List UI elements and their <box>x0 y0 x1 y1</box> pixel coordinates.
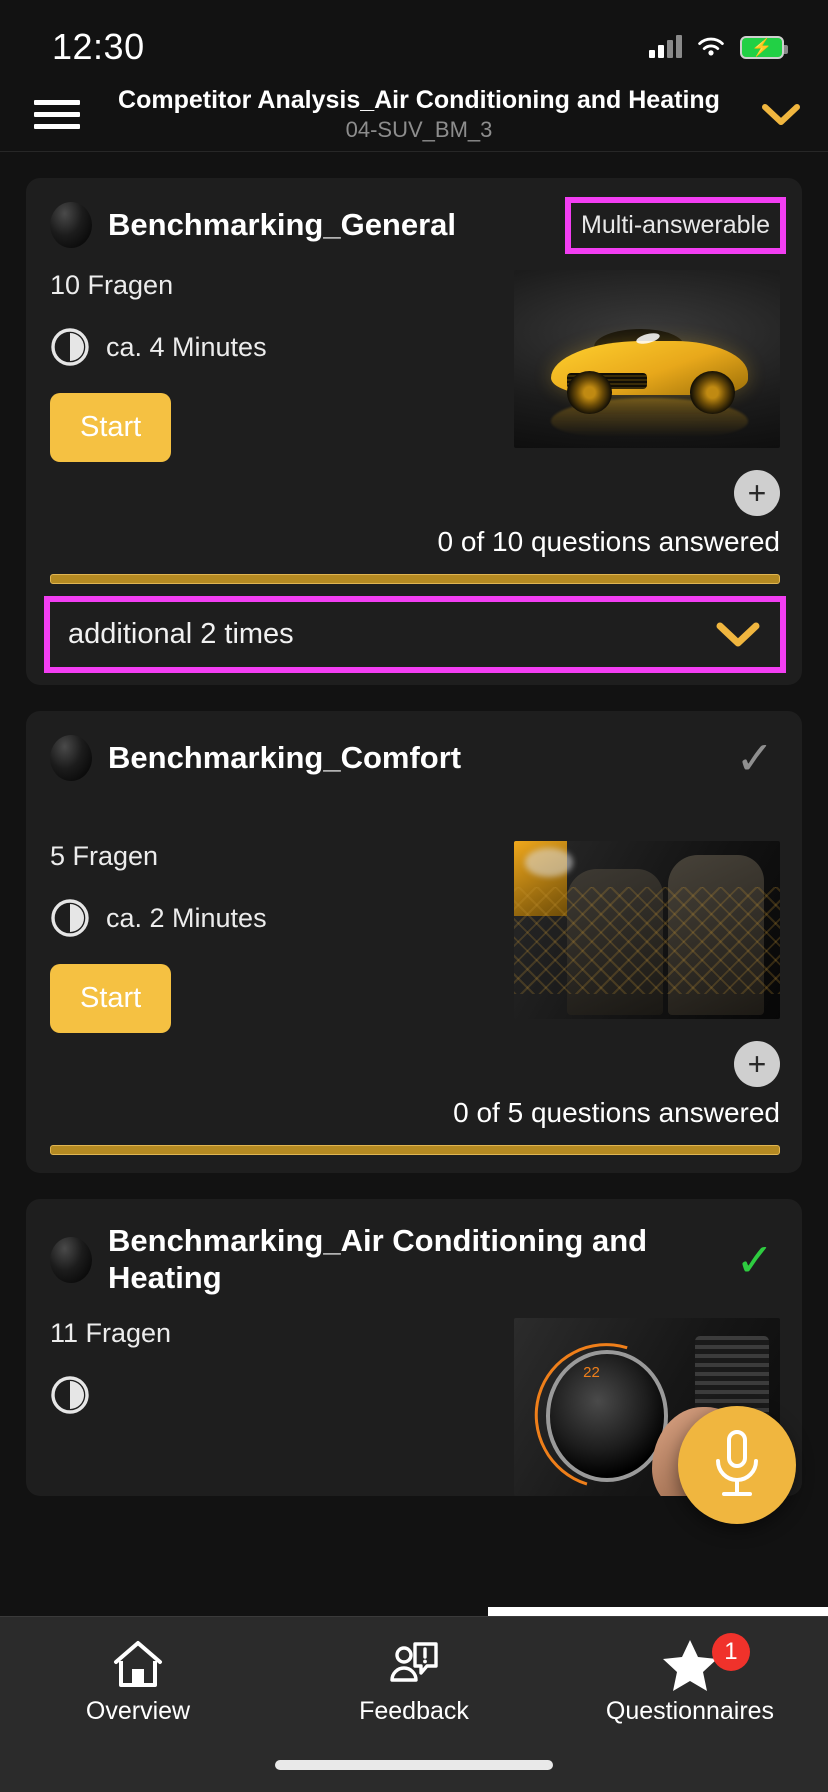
status-check-icon: ✓ <box>735 732 774 784</box>
card-header: Benchmarking_Air Conditioning and Heatin… <box>26 1199 802 1296</box>
header-chevron-down-icon[interactable] <box>758 102 804 128</box>
question-count: 10 Fragen <box>50 270 174 300</box>
header-titles: Competitor Analysis_Air Conditioning and… <box>80 86 758 143</box>
card-footer: + 0 of 10 questions answered additional … <box>26 470 802 685</box>
microphone-icon <box>716 1430 758 1496</box>
status-check-icon: ✓ <box>735 1233 774 1286</box>
home-indicator <box>275 1760 553 1770</box>
duration-label: ca. 4 Minutes <box>106 331 267 362</box>
card-body: 10 Fragen ca. 4 Minutes Start <box>26 248 802 462</box>
progress-divider <box>50 574 780 584</box>
multi-answerable-badge[interactable]: Multi-answerable <box>565 196 786 254</box>
app-header: Competitor Analysis_Air Conditioning and… <box>0 78 828 152</box>
notification-badge: 1 <box>711 1633 750 1671</box>
duration-row: ca. 2 Minutes <box>50 898 502 938</box>
battery-charging-icon: ⚡ <box>740 35 788 59</box>
tab-feedback[interactable]: Feedback <box>277 1637 550 1726</box>
page-subtitle: 04-SUV_BM_3 <box>345 116 493 142</box>
page-title: Competitor Analysis_Air Conditioning and… <box>118 86 720 115</box>
additional-times-label: additional 2 times <box>68 618 294 650</box>
start-button[interactable]: Start <box>50 964 172 1033</box>
sphere-bullet-icon <box>50 1236 92 1283</box>
tab-overview[interactable]: Overview <box>1 1637 274 1726</box>
start-button[interactable]: Start <box>50 393 172 462</box>
progress-divider <box>50 1145 780 1155</box>
card-footer: + 0 of 5 questions answered <box>26 1041 802 1173</box>
star-icon <box>662 1640 717 1691</box>
clock-icon <box>51 1376 89 1414</box>
hamburger-menu-icon[interactable] <box>34 100 80 129</box>
person-comment-icon <box>390 1642 438 1682</box>
card-header: Benchmarking_General Multi-answerable <box>26 178 802 254</box>
tab-label: Feedback <box>359 1697 469 1725</box>
expander-chevron-down-icon <box>716 622 760 646</box>
wifi-icon <box>698 37 724 55</box>
additional-times-expander[interactable]: additional 2 times <box>44 596 786 673</box>
questionnaire-list[interactable]: Benchmarking_General Multi-answerable 10… <box>0 152 828 1792</box>
status-bar: 12:30 ⚡ <box>0 0 828 78</box>
card-header: Benchmarking_Comfort ✓ <box>26 711 802 781</box>
questionnaire-thumbnail[interactable] <box>514 270 780 448</box>
card-title: Benchmarking_Comfort <box>108 739 462 775</box>
tab-questionnaires[interactable]: 1 Questionnaires <box>553 1633 826 1726</box>
clock-icon <box>51 899 89 937</box>
card-body: 5 Fragen ca. 2 Minutes Start <box>26 781 802 1033</box>
questionnaire-card[interactable]: Benchmarking_Comfort ✓ 5 Fragen ca. 2 Mi… <box>26 711 802 1173</box>
cellular-signal-icon <box>649 35 682 58</box>
add-entry-button[interactable]: + <box>734 470 780 516</box>
duration-row <box>50 1375 502 1415</box>
question-count: 11 Fragen <box>50 1318 172 1349</box>
duration-label: ca. 2 Minutes <box>106 902 267 933</box>
answered-count: 0 of 5 questions answered <box>453 1097 780 1128</box>
sphere-bullet-icon <box>50 735 92 781</box>
tab-label: Overview <box>85 1697 191 1725</box>
bottom-navigation: Overview Feedback 1 Questionnaires <box>0 1616 828 1792</box>
clock-icon <box>51 328 89 366</box>
voice-record-button[interactable] <box>678 1406 796 1524</box>
sphere-bullet-icon <box>50 202 92 248</box>
status-icons: ⚡ <box>649 35 788 59</box>
questionnaire-card[interactable]: Benchmarking_General Multi-answerable 10… <box>26 178 802 685</box>
duration-row: ca. 4 Minutes <box>50 327 502 367</box>
status-time: 12:30 <box>52 26 145 67</box>
scroll-edge-strip <box>488 1607 828 1616</box>
answered-count: 0 of 10 questions answered <box>437 526 780 557</box>
questionnaire-thumbnail[interactable] <box>514 841 780 1019</box>
tab-label: Questionnaires <box>605 1697 775 1725</box>
question-count: 5 Fragen <box>50 841 159 871</box>
card-title: Benchmarking_General <box>108 206 457 242</box>
home-icon <box>113 1641 162 1687</box>
card-title: Benchmarking_Air Conditioning and Heatin… <box>108 1223 648 1295</box>
add-entry-button[interactable]: + <box>734 1041 780 1087</box>
